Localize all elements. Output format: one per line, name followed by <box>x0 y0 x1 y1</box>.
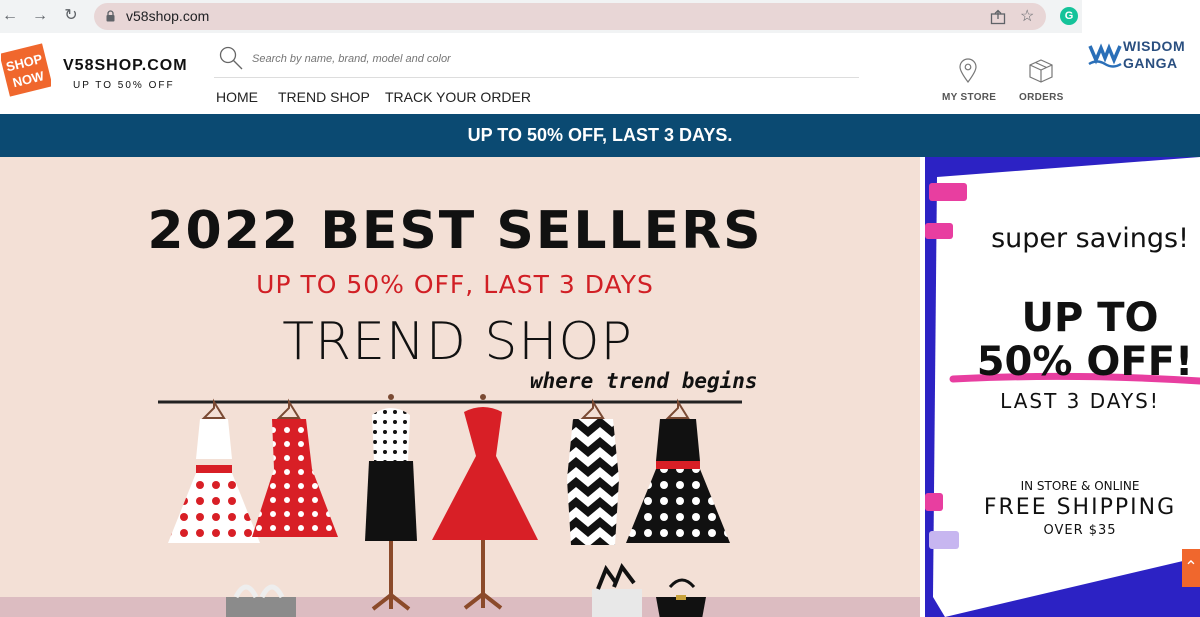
nav-track-order[interactable]: TRACK YOUR ORDER <box>385 89 531 105</box>
chevron-up-icon: ⌃ <box>1184 559 1198 576</box>
watermark-line-2: GANGA <box>1123 55 1178 71</box>
box-icon[interactable] <box>1028 58 1054 84</box>
mannequin-polka-top <box>365 394 417 611</box>
promo-banner[interactable]: UP TO 50% OFF, LAST 3 DAYS. <box>0 114 1200 157</box>
side-channel: IN STORE & ONLINE <box>1020 479 1140 493</box>
side-threshold: OVER $35 <box>1043 523 1117 538</box>
orders-link[interactable]: ORDERS <box>1019 92 1064 103</box>
wisdom-ganga-logo-icon <box>1088 43 1122 68</box>
arrow-left-icon[interactable]: ← <box>1 7 19 25</box>
side-headline: super savings! <box>991 223 1189 254</box>
shop-now-logo[interactable]: SHOP NOW <box>1 42 51 98</box>
browser-toolbar: ← → ↻ v58shop.com ☆ G <box>0 0 1082 33</box>
lock-icon <box>106 10 115 22</box>
share-icon[interactable] <box>990 9 1006 25</box>
search-input[interactable] <box>252 50 852 68</box>
side-shipping: FREE SHIPPING <box>983 495 1177 520</box>
watermark-line-1: WISDOM <box>1123 38 1186 54</box>
address-bar[interactable]: v58shop.com ☆ <box>94 3 1046 30</box>
black-heels-on-stand <box>592 562 642 617</box>
side-offer-line-1: UP TO <box>1021 295 1159 341</box>
grammarly-extension-icon[interactable]: G <box>1060 7 1078 25</box>
site-tagline: UP TO 50% OFF <box>73 80 175 91</box>
url-text: v58shop.com <box>126 8 210 24</box>
dress-red-white-dots <box>252 398 338 537</box>
nav-trend-shop[interactable]: TREND SHOP <box>278 89 370 105</box>
black-handbag <box>656 578 706 617</box>
location-pin-icon[interactable] <box>957 58 979 84</box>
mannequin-red-dress <box>432 394 538 610</box>
nav-home[interactable]: HOME <box>216 89 258 105</box>
my-store-link[interactable]: MY STORE <box>942 92 996 103</box>
dress-white-red-dots <box>168 398 260 543</box>
search-icon[interactable] <box>218 45 244 71</box>
star-icon[interactable]: ☆ <box>1020 6 1034 26</box>
hero-banner[interactable]: 2022 BEST SELLERS UP TO 50% OFF, LAST 3 … <box>0 157 920 617</box>
dress-rack-illustration <box>158 394 742 617</box>
side-duration: LAST 3 DAYS! <box>1000 389 1160 413</box>
dress-black-polka <box>626 398 730 543</box>
reload-icon[interactable]: ↻ <box>62 7 80 25</box>
scroll-to-top-button[interactable]: ⌃ <box>1182 549 1200 587</box>
white-heels-on-stand <box>226 584 296 617</box>
search-underline <box>214 77 859 78</box>
site-name[interactable]: V58SHOP.COM <box>63 57 188 75</box>
side-promo-banner[interactable]: super savings! UP TO 50% OFF! LAST 3 DAY… <box>925 157 1200 617</box>
side-offer-line-2: 50% OFF! <box>976 339 1194 385</box>
arrow-right-icon[interactable]: → <box>31 7 49 25</box>
promo-text: UP TO 50% OFF, LAST 3 DAYS. <box>467 125 733 145</box>
dress-chevron <box>567 398 619 545</box>
